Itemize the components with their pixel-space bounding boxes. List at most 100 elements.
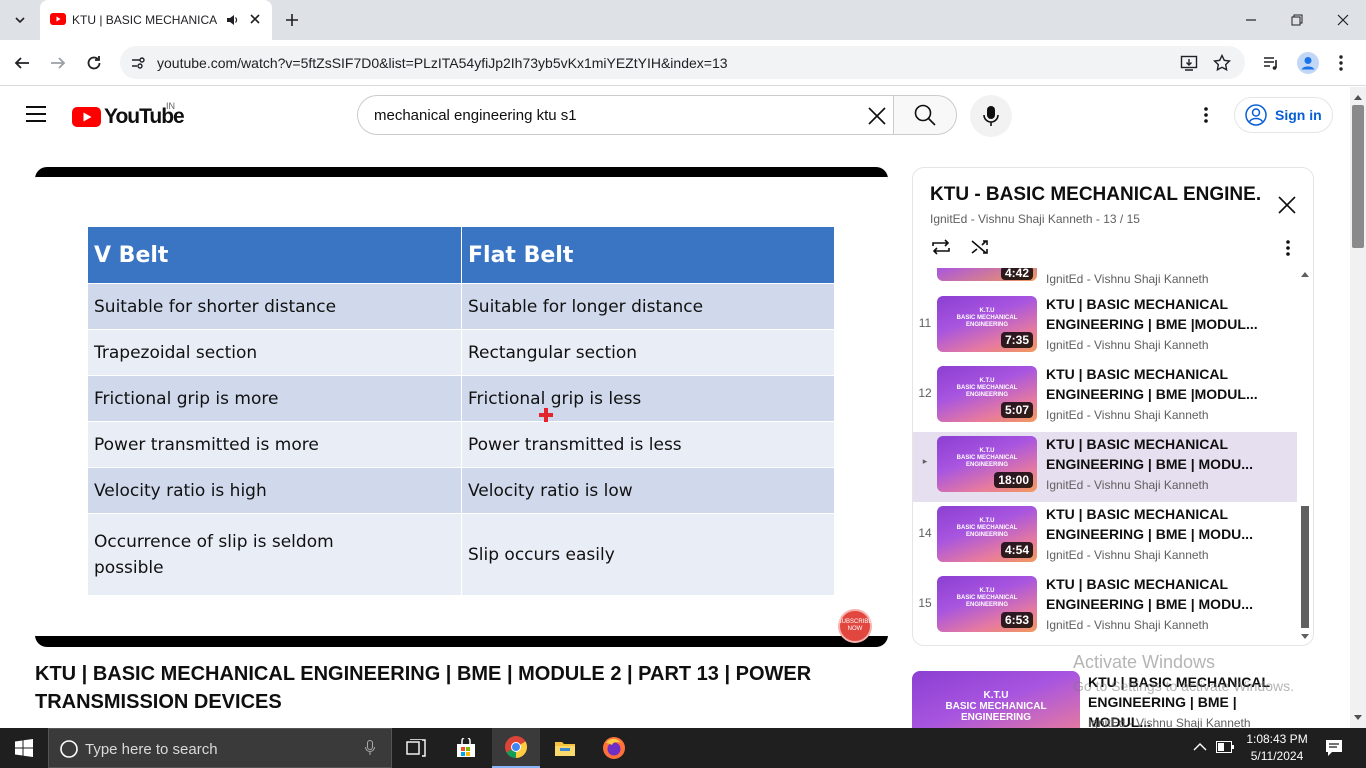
voice-search-button[interactable] [970,95,1012,137]
notification-icon[interactable] [1325,739,1343,757]
loop-icon[interactable] [930,238,952,256]
page-scrollbar[interactable] [1350,87,1366,728]
close-playlist-icon[interactable] [1277,195,1297,215]
install-app-icon[interactable] [1180,54,1198,72]
table-cell: Power transmitted is less [461,421,835,468]
browser-toolbar: youtube.com/watch?v=5ftZsSIF7D0&list=PLz… [0,40,1366,86]
start-button[interactable] [0,728,48,768]
show-hidden-icons-icon[interactable] [1193,742,1207,752]
chrome-taskbar-icon[interactable] [492,728,540,768]
reload-icon[interactable] [85,54,103,72]
item-title: KTU | BASIC MECHANICAL ENGINEERING | BME… [1046,366,1258,402]
subscribe-now-text: NOW [847,626,863,632]
video-thumbnail: K.T.U BASIC MECHANICAL ENGINEERING 4:54 [937,506,1037,562]
table-cell: Trapezoidal section [87,329,462,376]
shuffle-icon[interactable] [970,238,992,256]
restore-icon[interactable] [1287,10,1307,30]
playlist-item[interactable]: 12 K.T.U BASIC MECHANICAL ENGINEERING 5:0… [913,362,1297,432]
tab-search-icon[interactable] [10,10,30,30]
thumb-text: K.T.U [979,588,995,594]
account-circle-icon [1245,104,1267,126]
thumb-text: BASIC MECHANICAL ENGINEERING [956,385,1018,398]
video-thumbnail: K.T.U BASIC MECHANICAL ENGINEERING 18:00 [937,436,1037,492]
file-explorer-icon[interactable] [541,728,589,768]
playlist-item[interactable]: 11 K.T.U BASIC MECHANICAL ENGINEERING 7:3… [913,292,1297,362]
table-row: Suitable for shorter distance Suitable f… [87,283,835,330]
table-cell: Suitable for shorter distance [87,283,462,330]
thumb-text: BASIC MECHANICAL ENGINEERING [956,595,1018,608]
playlist-panel: KTU - BASIC MECHANICAL ENGINE... IgnitEd… [912,167,1314,646]
task-view-icon[interactable] [392,728,440,768]
minimize-icon[interactable] [1241,10,1261,30]
firefox-icon[interactable] [590,728,638,768]
table-cell: Velocity ratio is low [461,467,835,514]
sign-in-button[interactable]: Sign in [1234,97,1333,133]
header-v-belt: V Belt [87,226,462,284]
video-frame: V Belt Flat Belt Suitable for shorter di… [35,177,888,643]
table-cell: Suitable for longer distance [461,283,835,330]
playlist-item[interactable]: 14 K.T.U BASIC MECHANICAL ENGINEERING 4:5… [913,502,1297,572]
taskbar-search-box[interactable]: Type here to search [48,728,392,768]
speaker-icon[interactable] [225,13,239,27]
site-info-icon[interactable] [130,55,146,71]
youtube-play-logo-icon [72,107,101,127]
thumb-text: K.T.U [983,690,1009,701]
clear-search-icon[interactable] [867,106,887,126]
address-bar[interactable]: youtube.com/watch?v=5ftZsSIF7D0&list=PLz… [120,46,1245,79]
battery-icon[interactable] [1216,741,1234,753]
activate-windows-hint: Go to Settings to activate Windows. [1073,678,1294,694]
media-control-icon[interactable] [1262,54,1280,72]
thumb-text: BASIC MECHANICAL ENGINEERING [956,525,1018,538]
playlist-scrollbar[interactable] [1298,268,1312,645]
subscribe-text: SUBSCRIBE [837,619,873,625]
thumb-text: BASIC MECHANICAL ENGINEERING [945,701,1047,723]
taskbar-search-placeholder: Type here to search [85,741,218,758]
table-row: Velocity ratio is high Velocity ratio is… [87,467,835,514]
table-row: Frictional grip is more Frictional grip … [87,375,835,422]
video-thumbnail: K.T.U BASIC MECHANICAL ENGINEERING 7:35 [937,296,1037,352]
playlist-item-current[interactable]: ▸ K.T.U BASIC MECHANICAL ENGINEERING 18:0… [913,432,1297,502]
browser-tab[interactable]: KTU | BASIC MECHANICAL ENGINEERING [40,0,272,40]
channel-name: IgnitEd - Vishnu Shaji Kanneth [1046,618,1209,632]
item-number: 15 [918,596,932,610]
youtube-header: YouTube IN mechanical engineering ktu s1… [0,87,1350,143]
settings-menu-icon[interactable] [1203,106,1209,124]
header-flat-belt: Flat Belt [461,226,835,284]
region-code: IN [166,101,175,111]
back-icon[interactable] [13,54,31,72]
close-window-icon[interactable] [1333,10,1353,30]
channel-name: IgnitEd - Vishnu Shaji Kanneth [1046,548,1209,562]
profile-avatar-icon[interactable] [1297,52,1319,74]
playlist-item[interactable]: 15 K.T.U BASIC MECHANICAL ENGINEERING 6:5… [913,572,1297,642]
video-player[interactable]: V Belt Flat Belt Suitable for shorter di… [35,167,888,647]
playlist-title[interactable]: KTU - BASIC MECHANICAL ENGINE... [930,184,1260,206]
thumb-text: BASIC MECHANICAL ENGINEERING [956,315,1018,328]
tab-close-icon[interactable] [248,12,262,26]
table-cell: Frictional grip is less [461,375,835,422]
item-title: KTU | BASIC MECHANICAL ENGINEERING | BME… [1046,506,1253,542]
microphone-icon[interactable] [365,740,375,756]
playlist-more-icon[interactable] [1285,239,1291,257]
browser-menu-icon[interactable] [1338,54,1344,72]
table-cell: Frictional grip is more [87,375,462,422]
search-icon [59,739,79,759]
subscribe-now-badge: SUBSCRIBE NOW [838,609,872,643]
video-thumbnail: K.T.U BASIC MECHANICAL ENGINEERING 6:53 [937,576,1037,632]
duration-badge: 4:42 [1000,268,1033,280]
microsoft-store-icon[interactable] [442,728,490,768]
new-tab-icon[interactable] [282,10,302,30]
table-row: Power transmitted is more Power transmit… [87,421,835,468]
taskbar-clock[interactable]: 1:08:43 PM 5/11/2024 [1242,731,1312,765]
channel-name: IgnitEd - Vishnu Shaji Kanneth [1046,478,1209,492]
search-input[interactable]: mechanical engineering ktu s1 [357,95,894,135]
search-button[interactable] [893,95,957,135]
duration-badge: 5:07 [1000,402,1033,418]
url-text: youtube.com/watch?v=5ftZsSIF7D0&list=PLz… [157,55,728,71]
forward-icon[interactable] [49,54,67,72]
item-number: 12 [918,386,932,400]
video-thumbnail: K.T.U BASIC MECHANICAL ENGINEERING [912,671,1080,731]
bookmark-star-icon[interactable] [1213,54,1231,72]
partial-thumbnail[interactable]: 4:42 [937,268,1037,281]
search-icon [914,104,936,126]
hamburger-menu-icon[interactable] [26,106,46,122]
